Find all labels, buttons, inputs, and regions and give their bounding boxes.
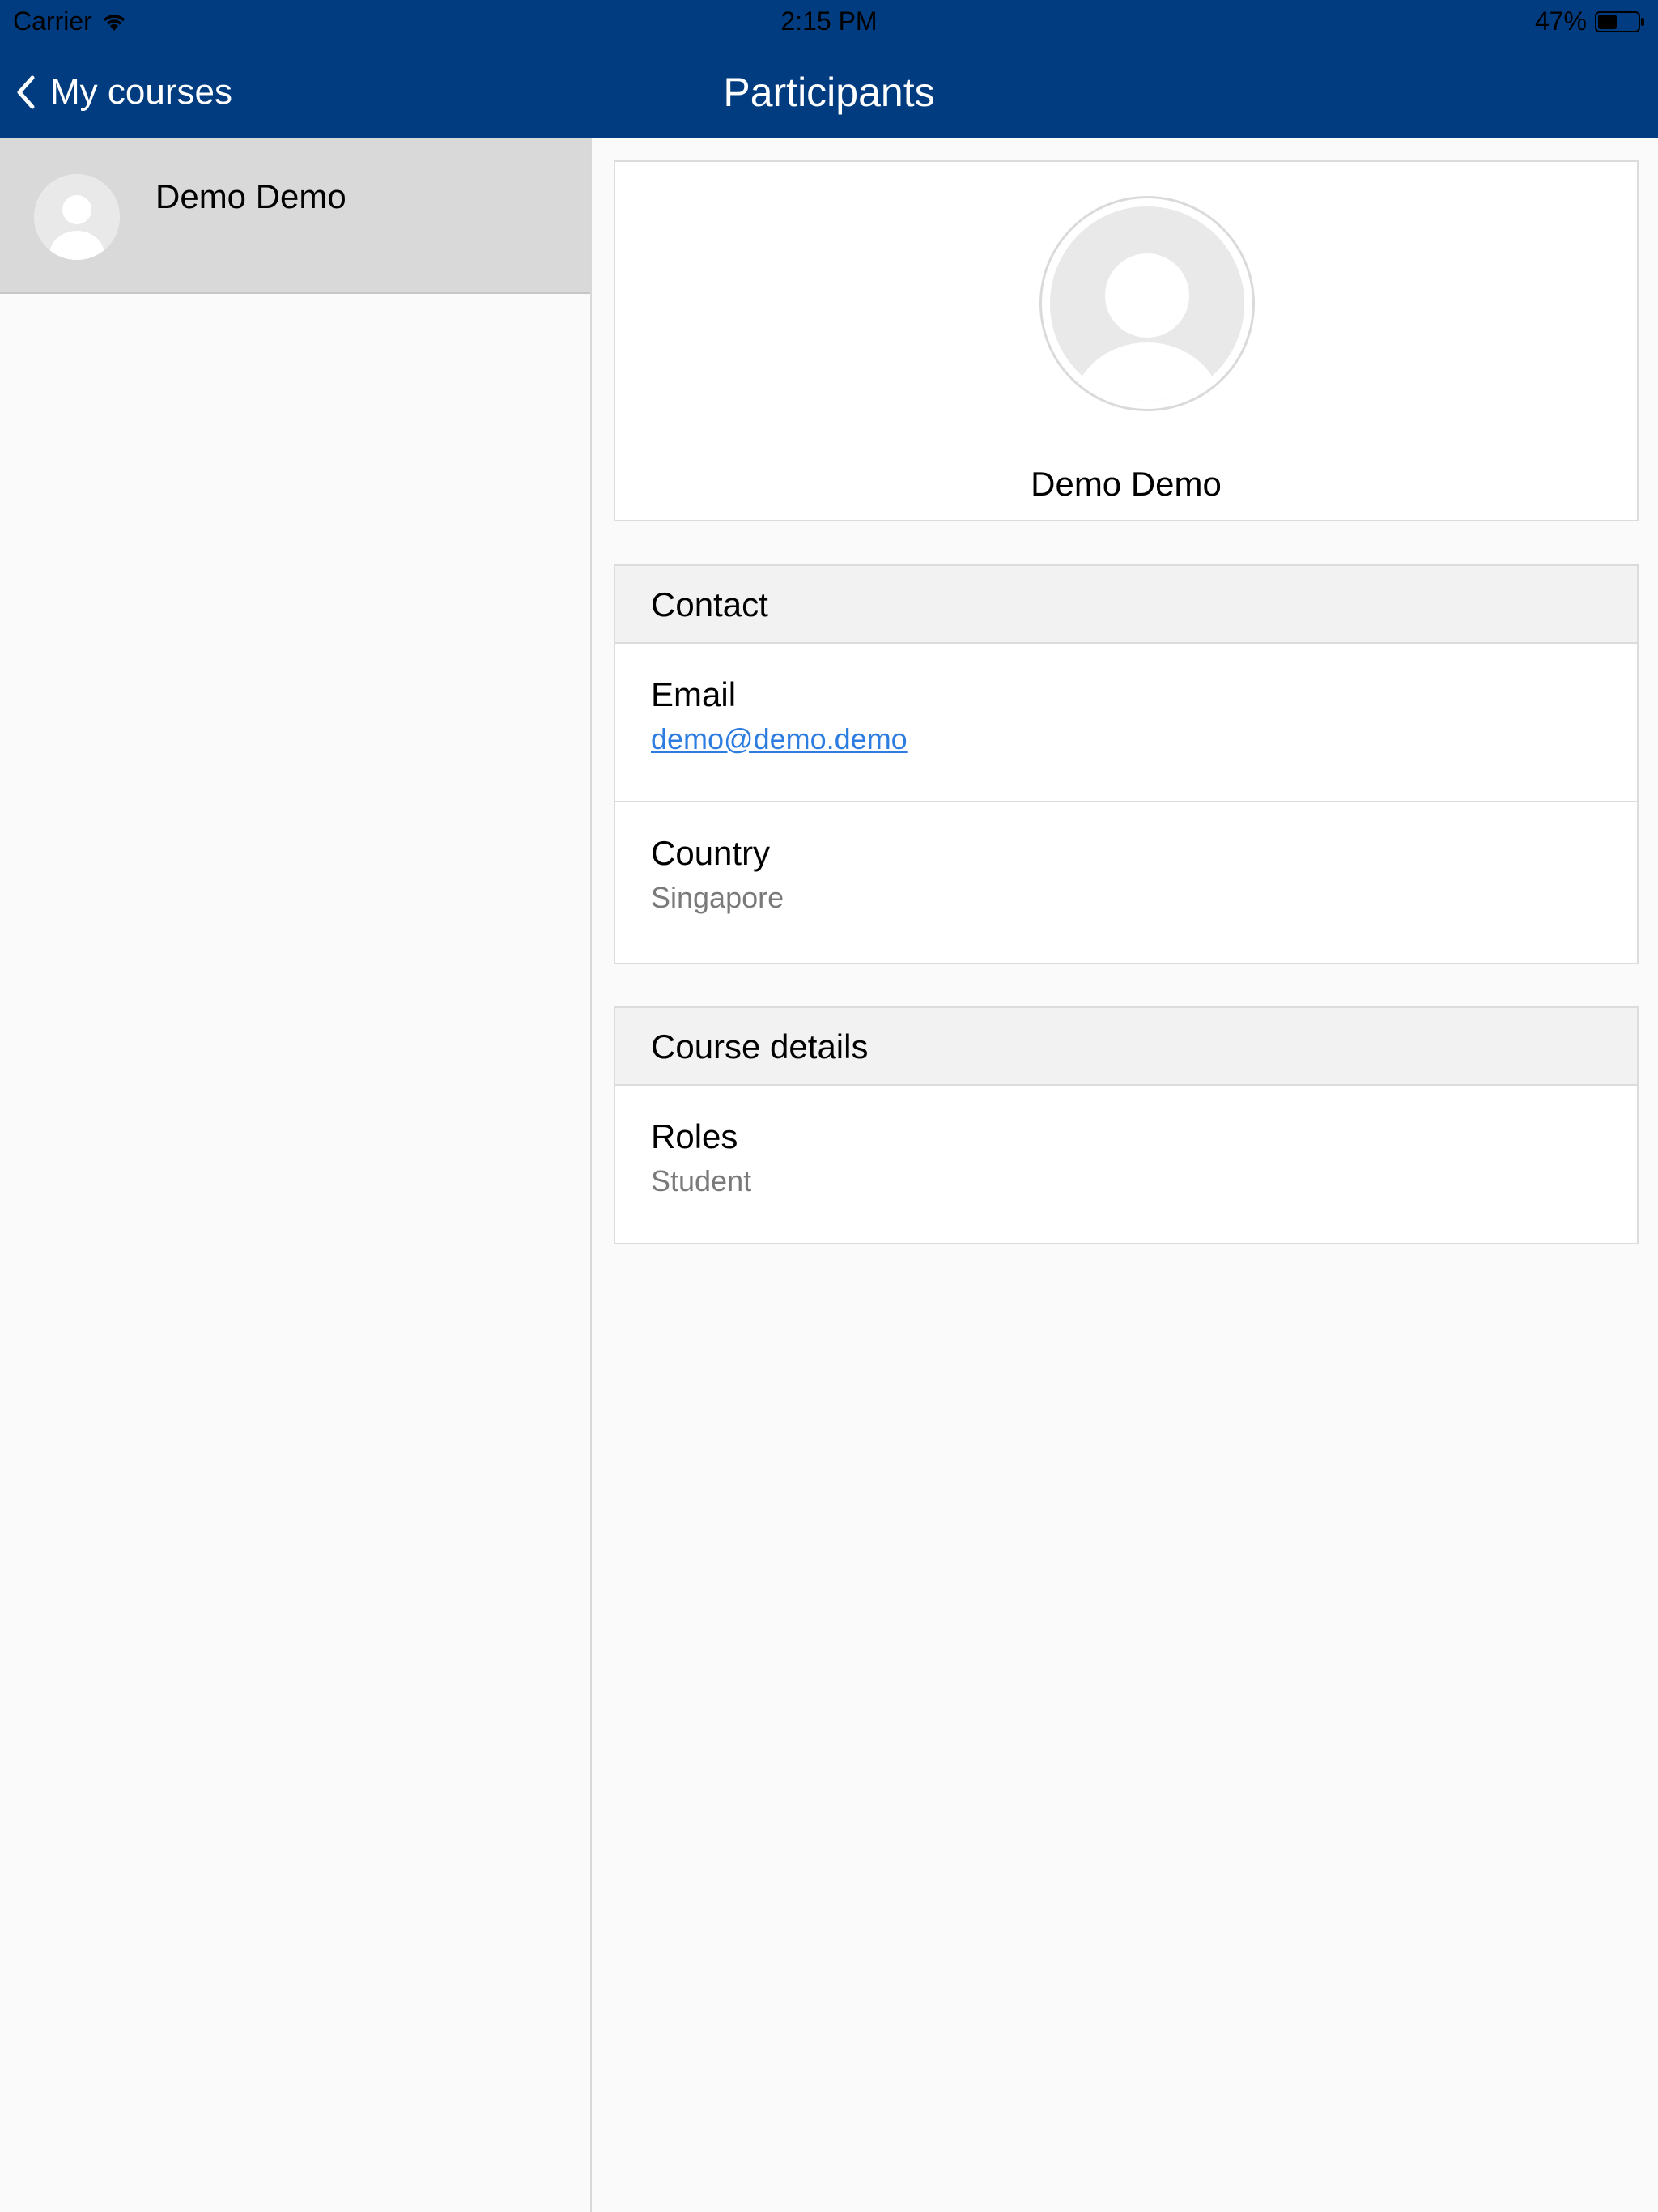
contact-card: Contact Email demo@demo.demo Country Sin… (614, 564, 1639, 964)
roles-row: Roles Student (615, 1086, 1637, 1244)
email-label: Email (651, 675, 737, 713)
user-avatar-icon (34, 174, 120, 260)
profile-card: Demo Demo (614, 160, 1639, 521)
profile-avatar (1039, 196, 1255, 411)
participant-detail: Demo Demo Contact Email demo@demo.demo C… (593, 138, 1658, 2212)
contact-section-header: Contact (615, 566, 1637, 644)
roles-label: Roles (651, 1117, 738, 1155)
profile-name: Demo Demo (1031, 465, 1222, 503)
user-avatar-icon (1050, 206, 1244, 401)
roles-value: Student (651, 1164, 752, 1197)
email-link[interactable]: demo@demo.demo (651, 722, 908, 755)
avatar (34, 174, 120, 260)
email-row: Email demo@demo.demo (615, 644, 1637, 802)
page-title: Participants (723, 70, 935, 115)
participant-list-item[interactable]: Demo Demo (0, 138, 590, 294)
course-details-card: Course details Roles Student (614, 1006, 1639, 1244)
country-value: Singapore (651, 881, 784, 914)
battery-percent: 47% (1534, 6, 1587, 36)
email-value-wrap: demo@demo.demo (651, 721, 1637, 757)
participant-name: Demo Demo (155, 177, 346, 215)
status-time: 2:15 PM (780, 6, 878, 36)
country-label: Country (651, 834, 771, 872)
battery-icon (1595, 11, 1644, 32)
country-row: Country Singapore (615, 802, 1637, 961)
status-right: 47% (1535, 6, 1645, 36)
participants-list: Demo Demo (0, 138, 592, 2212)
course-details-section-header: Course details (615, 1008, 1637, 1086)
status-bar: Carrier 2:15 PM 47% (0, 0, 1658, 45)
app-header: Carrier 2:15 PM 47% My courses Participa… (0, 0, 1658, 138)
